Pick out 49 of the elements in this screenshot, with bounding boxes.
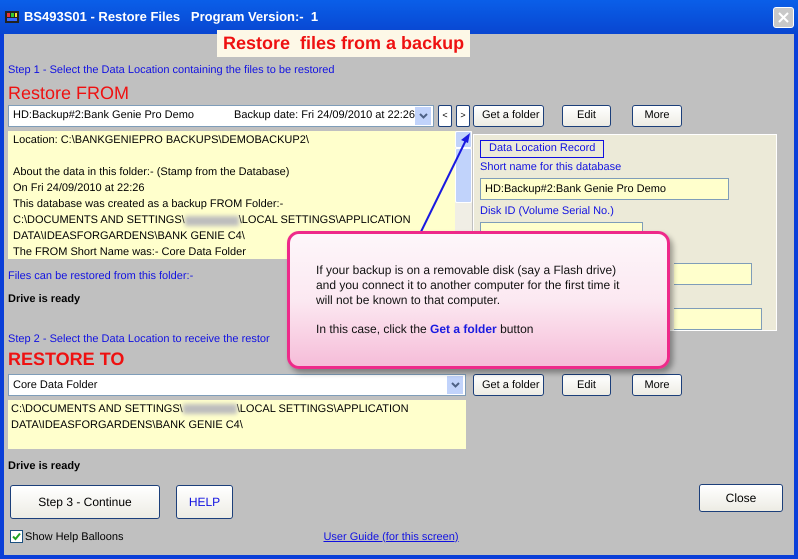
info-text: This database was created as a backup FROM Folder:- (13, 197, 284, 212)
continue-button[interactable]: Step 3 - Continue (10, 484, 160, 518)
redacted-blur (182, 404, 237, 414)
close-button[interactable]: Close (699, 484, 783, 512)
drive-status: Drive is ready (8, 292, 80, 307)
info-text: C:\DOCUMENTS AND SETTINGS\ (11, 402, 183, 417)
step-instruction: Step 1 - Select the Data Location containing the files to be restored (8, 63, 336, 78)
section-heading: Restore FROM (8, 82, 130, 104)
app-icon (4, 9, 20, 25)
toolbar-button[interactable]: Edit (562, 374, 611, 396)
balloon-text: If your backup is on a removable disk (say a Flash drive) and you connect it to another computer for the first time it will not be known to that computer. (316, 263, 620, 308)
files-label: Files can be restored from this folder:- (8, 268, 194, 284)
redacted-blur (184, 216, 239, 226)
toolbar-button[interactable]: Edit (562, 104, 611, 126)
checkbox[interactable] (10, 530, 23, 544)
step-instruction: Step 2 - Select the Data Location to receive the restor (8, 332, 270, 346)
info-text: On Fri 24/09/2010 at 22:26 (13, 181, 144, 196)
user-guide-link[interactable]: User Guide (for this screen) (323, 528, 459, 545)
panel-title: Data Location Record (480, 140, 604, 158)
field-label: Disk ID (Volume Serial No.) (480, 204, 614, 219)
close-button[interactable] (773, 6, 794, 28)
toolbar-button[interactable]: Get a folder (473, 104, 544, 126)
info-text: \LOCAL SETTINGS\APPLICATION (238, 213, 411, 228)
short-name-field[interactable]: HD:Backup#2:Bank Genie Pro Demo (480, 178, 729, 200)
close-icon (778, 12, 789, 22)
info-text: The FROM Short Name was:- Core Data Folder (13, 245, 246, 258)
info-text: Location: C:\BANKGENIEPRO BACKUPS\DEMOBACKUP2\ (13, 133, 309, 148)
info-text: DATA\IDEASFORGARDENS\BANK GENIE C4\ (11, 418, 243, 433)
dropdown[interactable]: Core Data Folder (8, 374, 466, 396)
nav-button[interactable]: > (456, 104, 470, 126)
info-text: About the data in this folder:- (Stamp from the Database) (13, 165, 290, 180)
info-text: C:\DOCUMENTS AND SETTINGS\ (13, 213, 185, 228)
section-heading: RESTORE TO (8, 348, 126, 370)
toolbar-button[interactable]: Get a folder (473, 374, 544, 396)
text-field[interactable] (674, 308, 762, 330)
drive-status: Drive is ready (8, 459, 82, 474)
field-label: Short name for this database (480, 160, 622, 174)
info-text: \LOCAL SETTINGS\APPLICATION (236, 402, 409, 417)
help-button[interactable]: HELP (176, 484, 233, 518)
toolbar-button[interactable]: More (632, 374, 682, 396)
banner-heading: Restore files from a backup (217, 30, 470, 57)
balloon-text: In this case, click the Get a folder button (316, 322, 534, 337)
window-title: BS493S01 - Restore Files Program Version:- 1 (24, 8, 318, 26)
nav-button[interactable]: < (438, 104, 452, 126)
info-text: DATA\IDEASFORGARDENS\BANK GENIE C4\ (13, 229, 245, 244)
checkbox-label: Show Help Balloons (25, 530, 124, 544)
dropdown[interactable]: HD:Backup#2:Bank Genie Pro Demo Backup date: Fri 24/09/2010 at 22:26 (8, 104, 434, 126)
text-field[interactable] (674, 263, 752, 285)
toolbar-button[interactable]: More (632, 104, 682, 126)
